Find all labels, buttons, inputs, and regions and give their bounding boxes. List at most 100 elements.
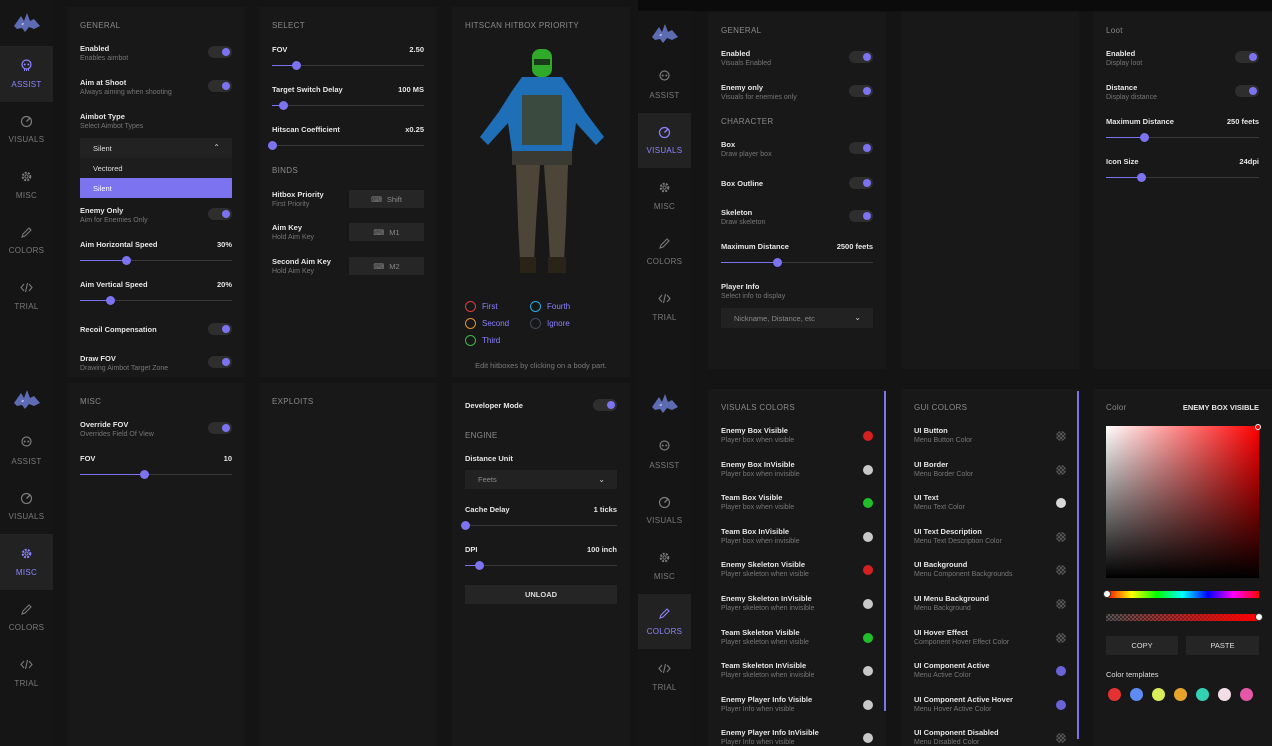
nav-label: COLORS	[8, 246, 45, 256]
dpi-slider[interactable]	[465, 561, 617, 570]
dropdown-option-vectored[interactable]: Vectored	[80, 158, 232, 178]
nav-assist[interactable]: ASSIST	[638, 57, 691, 113]
dropdown-option-silent[interactable]: Silent	[80, 178, 232, 198]
visuals-enemy-only-toggle[interactable]	[849, 85, 873, 97]
code-icon	[20, 281, 34, 295]
color-label: UI Component Active	[914, 661, 990, 671]
loot-enabled-toggle[interactable]	[1235, 51, 1259, 63]
nav-colors[interactable]: COLORS	[0, 213, 53, 269]
skeleton-toggle[interactable]	[849, 210, 873, 222]
nav-colors[interactable]: COLORS	[638, 224, 691, 280]
scrollbar[interactable]	[884, 391, 886, 711]
recoil-setting: Recoil Compensation	[80, 323, 232, 339]
aim-at-shoot-toggle[interactable]	[208, 80, 232, 92]
color-swatch[interactable]	[1056, 632, 1066, 643]
nav-visuals[interactable]: VISUALS	[638, 483, 691, 539]
visuals-enabled-setting: Enabled Visuals Enabled	[721, 49, 873, 69]
nav-assist[interactable]: ASSIST	[0, 423, 53, 479]
maximum-distance-slider[interactable]	[721, 258, 873, 267]
nav-misc[interactable]: MISC	[638, 538, 691, 594]
color-swatch[interactable]	[1056, 599, 1066, 609]
nav-trial[interactable]: TRIAL	[638, 279, 691, 335]
second-aim-key-button[interactable]: ⌨ M2	[349, 257, 424, 275]
color-template-swatch[interactable]	[1108, 688, 1121, 701]
loot-distance-toggle[interactable]	[1235, 85, 1259, 97]
nav-trial[interactable]: TRIAL	[0, 645, 53, 701]
enemy-only-toggle[interactable]	[208, 208, 232, 220]
color-swatch[interactable]	[1056, 531, 1066, 542]
nav-visuals[interactable]: VISUALS	[0, 479, 53, 535]
color-desc: Player skeleton when visible	[721, 638, 809, 646]
scrollbar[interactable]	[1077, 391, 1079, 739]
legend-fourth: Fourth	[530, 301, 570, 312]
color-template-swatch[interactable]	[1240, 688, 1253, 701]
nav-colors[interactable]: COLORS	[638, 593, 691, 649]
icon-size-slider[interactable]	[1106, 173, 1259, 182]
eye-circle-icon	[658, 125, 672, 139]
draw-fov-toggle[interactable]	[208, 356, 232, 368]
distance-unit-select[interactable]: Feets ⌄	[465, 470, 617, 489]
visuals-empty-panel	[901, 12, 1079, 369]
misc-fov-slider[interactable]	[80, 470, 232, 479]
nav-misc[interactable]: MISC	[0, 534, 53, 590]
recoil-toggle[interactable]	[208, 323, 232, 335]
color-template-swatch[interactable]	[1218, 688, 1231, 701]
character-model-figure[interactable]	[476, 47, 608, 277]
color-template-swatch[interactable]	[1152, 688, 1165, 701]
color-template-swatch[interactable]	[1196, 688, 1209, 701]
aim-key-button[interactable]: ⌨ M1	[349, 223, 424, 241]
hitscan-coefficient-slider[interactable]	[268, 141, 424, 150]
visuals-enabled-toggle[interactable]	[849, 51, 873, 63]
color-swatch[interactable]	[863, 632, 873, 643]
nav-misc[interactable]: MISC	[0, 157, 53, 213]
color-template-swatch[interactable]	[1130, 688, 1143, 701]
alpha-knob[interactable]	[1255, 613, 1263, 621]
hue-knob[interactable]	[1103, 590, 1111, 598]
hitbox-priority-key-button[interactable]: ⌨ Shift	[349, 190, 424, 208]
color-swatch[interactable]	[1056, 464, 1066, 475]
paste-button[interactable]: PASTE	[1186, 636, 1259, 655]
loot-max-distance-slider[interactable]	[1106, 133, 1259, 142]
aimbot-type-select[interactable]: Silent ⌃	[80, 138, 232, 158]
color-swatch[interactable]	[1056, 699, 1066, 710]
nav-trial[interactable]: TRIAL	[0, 268, 53, 324]
nav-assist[interactable]: ASSIST	[0, 46, 53, 102]
override-fov-toggle[interactable]	[208, 422, 232, 434]
box-outline-toggle[interactable]	[849, 177, 873, 189]
color-swatch[interactable]	[863, 599, 873, 609]
nav-visuals[interactable]: VISUALS	[638, 112, 691, 168]
nav-misc[interactable]: MISC	[638, 168, 691, 224]
color-swatch[interactable]	[863, 431, 873, 441]
color-swatch[interactable]	[863, 699, 873, 710]
color-swatch[interactable]	[863, 464, 873, 475]
color-template-swatch[interactable]	[1174, 688, 1187, 701]
panel-title: HITSCAN HITBOX PRIORITY	[465, 21, 580, 30]
color-swatch[interactable]	[863, 531, 873, 542]
sidebar: ASSIST VISUALS MISC COLORS TRIAL	[0, 377, 53, 746]
setting-value: 2.50	[409, 45, 424, 54]
box-toggle[interactable]	[849, 142, 873, 154]
nav-label: ASSIST	[649, 90, 680, 100]
horizontal-speed-slider[interactable]	[80, 256, 232, 265]
nav-trial[interactable]: TRIAL	[638, 649, 691, 705]
vertical-speed-slider[interactable]	[80, 296, 232, 305]
switch-delay-slider[interactable]	[272, 101, 424, 110]
nav-colors[interactable]: COLORS	[0, 590, 53, 646]
developer-mode-toggle[interactable]	[593, 399, 617, 411]
hue-slider[interactable]	[1103, 590, 1259, 598]
cache-delay-slider[interactable]	[461, 521, 617, 530]
saturation-value-area[interactable]	[1106, 424, 1261, 578]
picker-cursor[interactable]	[1255, 424, 1261, 430]
unload-button[interactable]: UNLOAD	[465, 585, 617, 604]
color-desc: Menu Disabled Color	[914, 739, 980, 746]
enabled-toggle[interactable]	[208, 46, 232, 58]
player-info-select[interactable]: Nickname, Distance, etc ⌄	[721, 308, 873, 328]
alpha-slider[interactable]	[1106, 613, 1263, 621]
nav-assist[interactable]: ASSIST	[638, 427, 691, 483]
nav-visuals[interactable]: VISUALS	[0, 102, 53, 158]
visuals-color-row: Enemy Box Visible Player box when visible	[721, 426, 873, 448]
copy-button[interactable]: COPY	[1106, 636, 1178, 655]
fov-slider[interactable]	[272, 61, 424, 70]
color-swatch[interactable]	[1056, 431, 1066, 441]
skeleton-setting: Skeleton Draw skeleton	[721, 208, 873, 228]
